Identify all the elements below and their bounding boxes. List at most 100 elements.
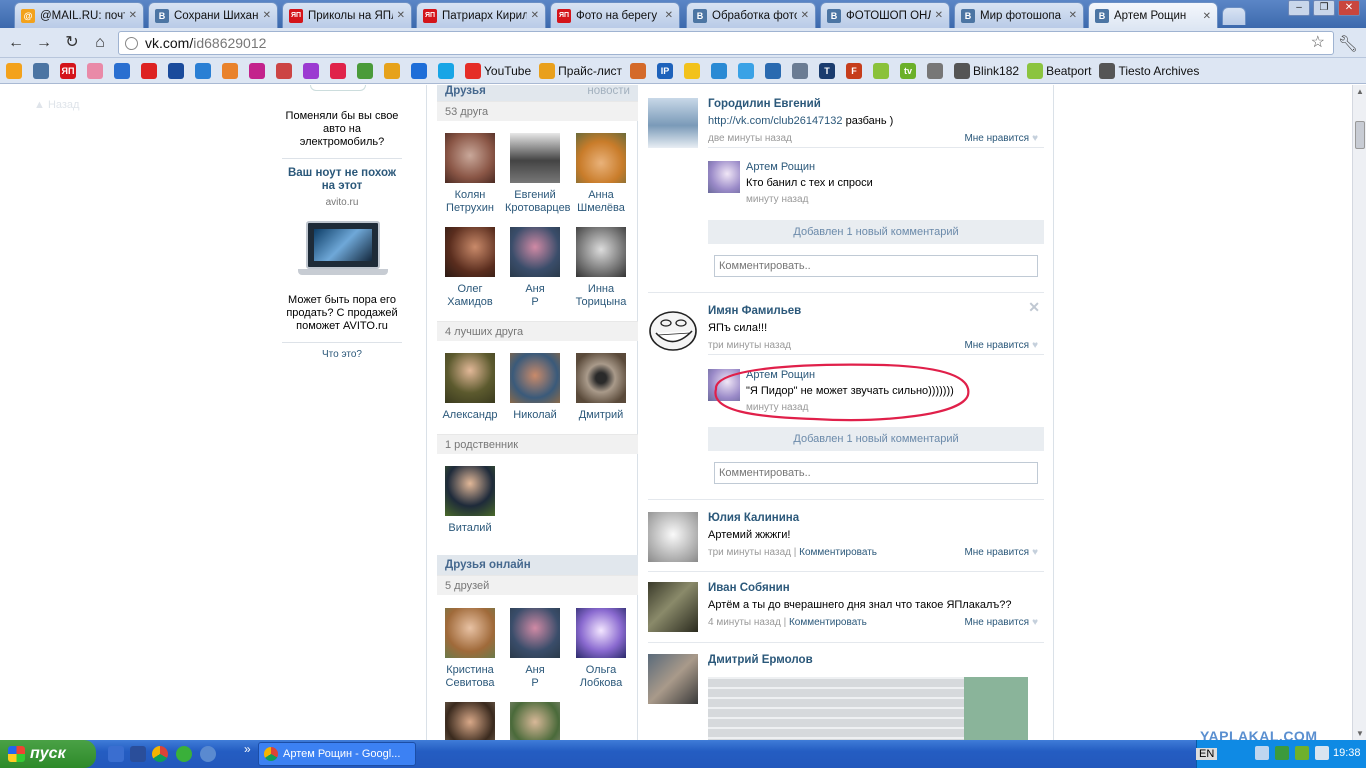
bookmark-zv[interactable] <box>168 62 187 79</box>
bookmark-ip[interactable]: IP <box>657 62 676 79</box>
friend-card[interactable]: Ольга Лобкова <box>571 608 631 690</box>
bookmark-tv[interactable]: tv <box>900 62 919 79</box>
ad-text-1[interactable]: Поменяли бы вы свое авто на электромобил… <box>282 110 402 149</box>
close-icon[interactable]: ✕ <box>665 10 673 21</box>
friend-card[interactable]: Олег Хамидов <box>440 227 500 309</box>
forward-icon[interactable]: → <box>34 34 54 52</box>
bookmark-f[interactable]: F <box>846 62 865 79</box>
bookmark-tiesto[interactable]: Tiesto Archives <box>1099 62 1199 79</box>
ad-text-2[interactable]: Может быть пора его продать? С продажей … <box>282 294 402 333</box>
tab-vk-1[interactable]: B Сохрани Шихан ✕ <box>148 2 278 28</box>
back-icon[interactable]: ← <box>6 34 26 52</box>
bookmark-calendar[interactable] <box>114 62 133 79</box>
close-window-icon[interactable]: ✕ <box>1338 0 1360 16</box>
scroll-up-icon[interactable]: ▲ <box>1355 87 1365 96</box>
start-button[interactable]: пуск <box>0 740 96 768</box>
friends-header[interactable]: Друзья новости <box>437 85 638 101</box>
bookmark-star-icon[interactable]: ☆ <box>1311 32 1325 54</box>
nvidia-icon[interactable] <box>1295 746 1309 760</box>
comment-input[interactable]: Комментировать.. <box>714 462 1038 484</box>
avatar[interactable] <box>648 98 698 148</box>
friend-card[interactable]: Николай <box>505 353 565 422</box>
comment-time[interactable]: минуту назад <box>746 194 808 205</box>
post-author[interactable]: Иван Собянин <box>708 582 790 594</box>
bookmark-power[interactable] <box>303 62 322 79</box>
post-time[interactable]: две минуты назад <box>708 133 792 144</box>
comment-input[interactable]: Комментировать.. <box>714 255 1038 277</box>
new-comments-notice[interactable]: Добавлен 1 новый комментарий <box>708 220 1044 244</box>
bookmark-youtube[interactable]: YouTube <box>465 62 531 79</box>
friend-card[interactable]: Виталий <box>440 466 500 535</box>
bookmark-globe[interactable] <box>765 62 784 79</box>
scroll-down-icon[interactable]: ▼ <box>1355 729 1365 738</box>
friend-card[interactable]: Александр <box>440 353 500 422</box>
friend-card[interactable]: Кристина Севитова <box>440 608 500 690</box>
chrome-icon[interactable] <box>152 746 168 762</box>
bookmark-map[interactable] <box>357 62 376 79</box>
friends-news-link[interactable]: новости <box>587 85 630 101</box>
bookmark-x[interactable] <box>141 62 160 79</box>
bookmark-plane[interactable] <box>276 62 295 79</box>
new-comments-notice[interactable]: Добавлен 1 новый комментарий <box>708 427 1044 451</box>
avatar[interactable] <box>648 654 698 704</box>
online-friends-header[interactable]: Друзья онлайн <box>437 555 638 575</box>
tray-app-icon[interactable] <box>1275 746 1289 760</box>
bookmark-yaplakal[interactable]: ЯП <box>60 62 79 79</box>
post-author[interactable]: Городилин Евгений <box>708 98 821 110</box>
volume-icon[interactable] <box>1315 746 1329 760</box>
like-button[interactable]: Мне нравится ♥ <box>964 340 1038 351</box>
show-desktop-icon[interactable] <box>108 746 124 762</box>
avatar[interactable] <box>648 582 698 632</box>
bookmark-skype[interactable] <box>438 62 457 79</box>
bookmark-doc[interactable] <box>792 62 811 79</box>
bookmark-slashes[interactable] <box>249 62 268 79</box>
post-link[interactable]: http://vk.com/club26147132 <box>708 115 843 127</box>
comment-author[interactable]: Артем Рощин <box>746 161 815 173</box>
tab-yap-3[interactable]: ЯП Фото на берегу ✕ <box>550 2 680 28</box>
bookmark-mail[interactable] <box>6 62 25 79</box>
ad-title-2[interactable]: Ваш ноут не похож на этот <box>282 167 402 193</box>
clock[interactable]: 19:38 <box>1333 747 1361 759</box>
like-button[interactable]: Мне нравится ♥ <box>964 617 1038 628</box>
bookmark-weather[interactable] <box>738 62 757 79</box>
like-button[interactable]: Мне нравится ♥ <box>964 547 1038 558</box>
friend-card[interactable]: Анна Шмелёва <box>571 133 631 215</box>
more-icon[interactable]: » <box>244 742 251 756</box>
home-icon[interactable]: ⌂ <box>90 34 110 52</box>
like-button[interactable]: Мне нравится ♥ <box>964 133 1038 144</box>
friend-card[interactable]: Инна Торицына <box>571 227 631 309</box>
address-bar[interactable]: vk.com/id68629012 ☆ <box>118 31 1334 55</box>
tab-vk-active[interactable]: B Артем Рощин ✕ <box>1088 2 1218 29</box>
comment-link[interactable]: Комментировать <box>789 617 867 628</box>
icq-icon[interactable] <box>176 746 192 762</box>
friend-card[interactable]: Дмитрий <box>571 353 631 422</box>
close-icon[interactable]: ✕ <box>801 10 809 21</box>
bookmark-drop[interactable] <box>711 62 730 79</box>
bookmark-rainbow[interactable] <box>384 62 403 79</box>
friend-card[interactable] <box>440 702 500 740</box>
tab-vk-3[interactable]: BФОТОШОП ОНЛА✕ <box>820 2 950 28</box>
new-tab-button[interactable] <box>1222 7 1246 25</box>
close-icon[interactable]: ✕ <box>263 10 271 21</box>
friend-card[interactable]: Аня Р <box>505 227 565 309</box>
bookmark-ru[interactable] <box>222 62 241 79</box>
friend-card[interactable] <box>505 702 565 740</box>
friend-card[interactable]: Евгений Кротоварцев <box>505 133 571 215</box>
bookmark-t[interactable]: T <box>819 62 838 79</box>
post-author[interactable]: Дмитрий Ермолов <box>708 654 813 666</box>
friends-count[interactable]: 53 друга <box>437 101 638 121</box>
save-icon[interactable] <box>130 746 146 762</box>
comment-link[interactable]: Комментировать <box>799 547 877 558</box>
language-indicator[interactable]: EN <box>1196 748 1218 760</box>
bookmark-price[interactable]: Прайс-лист <box>539 62 622 79</box>
close-icon[interactable]: ✕ <box>935 10 943 21</box>
bookmark-ie[interactable] <box>411 62 430 79</box>
tab-yap-2[interactable]: ЯП Патриарх Кирил ✕ <box>416 2 546 28</box>
bookmark-blink[interactable]: Blink182 <box>954 62 1019 79</box>
post-author[interactable]: Имян Фамильев <box>708 305 801 317</box>
delete-post-icon[interactable]: ✕ <box>1028 299 1040 316</box>
wrench-icon[interactable]: 🔧︎ <box>1338 34 1358 54</box>
close-icon[interactable]: ✕ <box>397 10 405 21</box>
close-icon[interactable]: ✕ <box>1069 10 1077 21</box>
bookmark-ivi[interactable] <box>330 62 349 79</box>
